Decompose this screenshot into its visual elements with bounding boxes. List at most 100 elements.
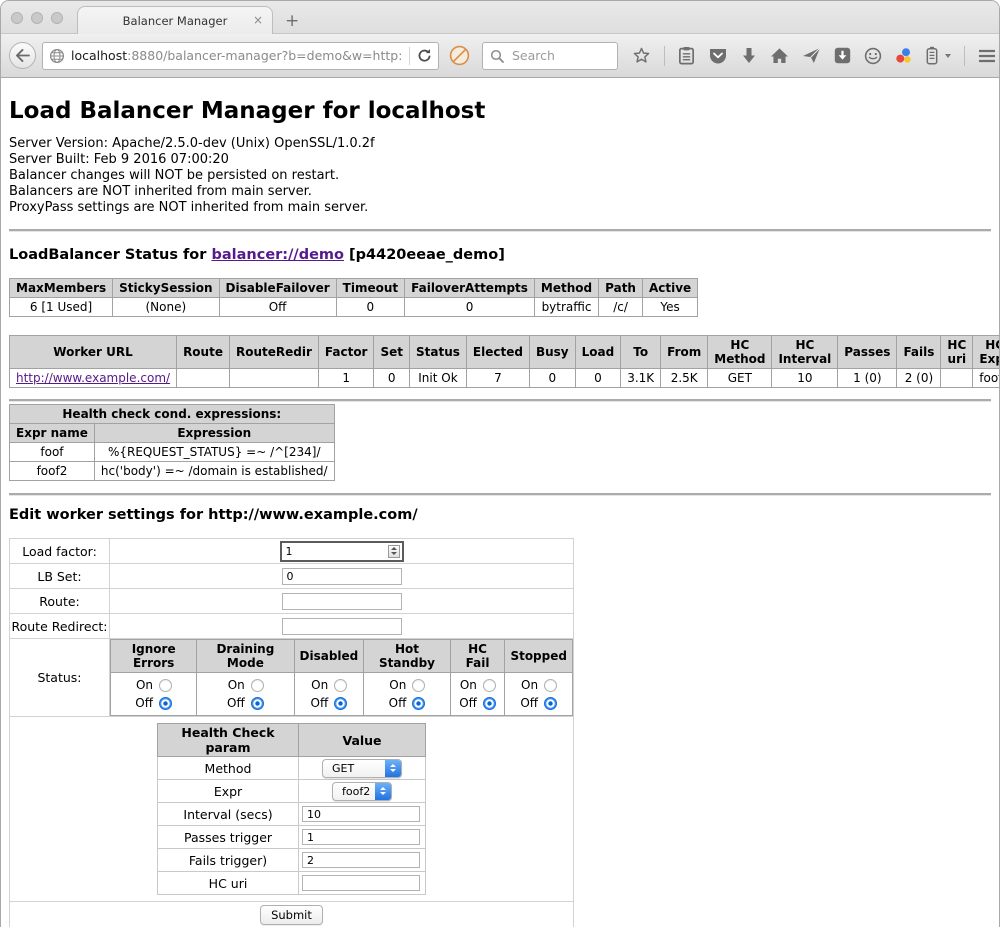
on-label: On [135, 678, 153, 692]
radio-stopped-on[interactable] [544, 679, 557, 692]
content-blocked-icon[interactable] [449, 45, 470, 66]
cell-hc-uri [941, 369, 973, 388]
route-redirect-input[interactable] [282, 618, 402, 635]
form-row-route: Route: [10, 589, 574, 614]
balancer-demo-link[interactable]: balancer://demo [211, 247, 344, 263]
submit-button[interactable]: Submit [260, 905, 323, 925]
browser-tab[interactable]: Balancer Manager × [77, 6, 273, 34]
load-factor-input[interactable]: 1 [280, 541, 404, 562]
column-header: HC uri [941, 336, 973, 369]
radio-hc-fail-off[interactable] [483, 697, 496, 710]
health-check-params-table: Health Check param Value Method GET Expr [157, 723, 426, 895]
on-label: On [459, 678, 477, 692]
route-redirect-label: Route Redirect: [10, 614, 110, 639]
cell-hc-interval: 10 [772, 369, 838, 388]
extension-palette-button[interactable] [895, 47, 913, 65]
window-zoom-button[interactable] [51, 12, 63, 24]
window-minimize-button[interactable] [31, 12, 43, 24]
search-input[interactable] [510, 47, 610, 64]
select-chevrons-icon [385, 760, 401, 777]
cell-hc-expr: foof2 [973, 369, 999, 388]
status-cell-ignore-errors: On Off [111, 673, 197, 716]
bookmark-star-button[interactable] [632, 46, 651, 65]
back-button[interactable] [9, 42, 36, 69]
number-stepper-icon[interactable] [388, 545, 400, 558]
server-built: Server Built: Feb 9 2016 07:00:20 [9, 152, 991, 168]
cell-hc-method: GET [708, 369, 772, 388]
table-row: HC uri [158, 872, 426, 895]
hc-passes-input[interactable] [302, 829, 420, 845]
radio-ignore-errors-off[interactable] [159, 697, 172, 710]
hc-interval-label: Interval (secs) [158, 803, 299, 826]
pocket-button[interactable] [708, 47, 728, 65]
route-input[interactable] [282, 593, 402, 610]
table-row: On Off On Off On Off [111, 673, 573, 716]
radio-hc-fail-on[interactable] [483, 679, 496, 692]
edit-worker-form: Load factor: 1 LB Set: Route: Route Redi… [9, 538, 574, 927]
search-bar[interactable] [482, 42, 618, 70]
status-table: Ignore Errors Draining Mode Disabled Hot… [110, 639, 573, 716]
new-tab-button[interactable]: + [285, 11, 299, 31]
square-download-icon [834, 47, 851, 64]
table-row: http://www.example.com/ 1 0 Init Ok 7 0 … [10, 369, 1000, 388]
radio-ignore-errors-on[interactable] [159, 679, 172, 692]
save-page-button[interactable] [834, 47, 851, 64]
download-arrow-icon [741, 47, 757, 65]
column-header: From [661, 336, 708, 369]
battery-extension-button[interactable] [926, 46, 938, 65]
cell-elected: 7 [466, 369, 529, 388]
worker-url-link[interactable]: http://www.example.com/ [16, 371, 170, 385]
downloads-button[interactable] [741, 47, 757, 65]
load-factor-value: 1 [286, 545, 293, 558]
paper-plane-icon [802, 47, 821, 64]
lb-set-input[interactable] [282, 568, 402, 585]
hc-method-select[interactable]: GET [322, 759, 402, 778]
radio-draining-mode-off[interactable] [251, 697, 264, 710]
status-heading-prefix: LoadBalancer Status for [9, 247, 211, 263]
radio-stopped-off[interactable] [544, 697, 557, 710]
hc-uri-label: HC uri [158, 872, 299, 895]
route-label: Route: [10, 589, 110, 614]
form-row-submit: Submit [10, 902, 574, 927]
browser-window: Balancer Manager × + localhost:8880/bala… [0, 0, 1000, 927]
column-header: Stopped [505, 640, 573, 673]
column-header: Elected [466, 336, 529, 369]
cell-expression: hc('body') =~ /domain is established/ [94, 462, 334, 481]
hc-interval-input[interactable] [302, 806, 420, 822]
off-label: Off [459, 696, 477, 710]
radio-disabled-on[interactable] [334, 679, 347, 692]
page-title: Load Balancer Manager for localhost [9, 98, 991, 124]
off-label: Off [520, 696, 538, 710]
hc-fails-label: Fails trigger) [158, 849, 299, 872]
reload-icon[interactable] [417, 48, 432, 63]
menu-button[interactable] [978, 49, 996, 63]
radio-draining-mode-on[interactable] [251, 679, 264, 692]
overflow-caret-icon[interactable] [945, 54, 951, 58]
notice-balancers: Balancers are NOT inherited from main se… [9, 184, 991, 200]
hc-expressions-title: Health check cond. expressions: [10, 405, 335, 424]
tab-close-icon[interactable]: × [253, 13, 263, 27]
column-header: Route [177, 336, 230, 369]
cell-maxmembers: 6 [1 Used] [10, 298, 113, 317]
hc-uri-input[interactable] [302, 875, 420, 891]
reading-list-button[interactable] [678, 46, 695, 65]
column-header: Passes [838, 336, 897, 369]
feedback-smiley-button[interactable] [864, 47, 882, 65]
radio-hot-standby-off[interactable] [412, 697, 425, 710]
cell-from: 2.5K [661, 369, 708, 388]
table-row: 6 [1 Used] (None) Off 0 0 bytraffic /c/ … [10, 298, 698, 317]
divider [9, 229, 991, 231]
send-tab-button[interactable] [802, 47, 821, 64]
status-cell-stopped: On Off [505, 673, 573, 716]
hc-fails-input[interactable] [302, 852, 420, 868]
radio-disabled-off[interactable] [334, 697, 347, 710]
status-heading-suffix: [p4420eeae_demo] [344, 247, 505, 263]
battery-icon [926, 46, 938, 65]
window-close-button[interactable] [11, 12, 23, 24]
url-bar[interactable]: localhost:8880/balancer-manager?b=demo&w… [42, 42, 439, 70]
hc-expr-select[interactable]: foof2 [332, 782, 392, 801]
column-header: Set [374, 336, 410, 369]
radio-hot-standby-on[interactable] [412, 679, 425, 692]
home-button[interactable] [770, 47, 789, 64]
cell-expr-name: foof [10, 443, 95, 462]
